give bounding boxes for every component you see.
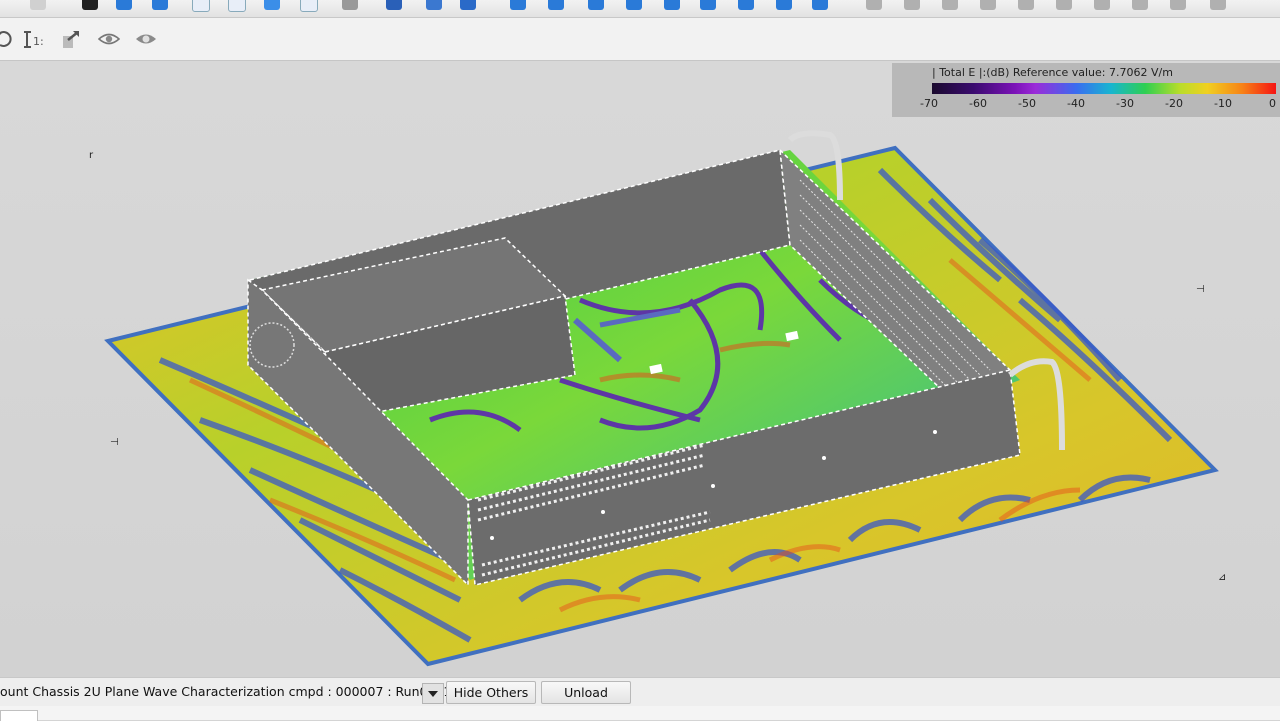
- bottom-tab[interactable]: [0, 710, 38, 721]
- status-bar: ount Chassis 2U Plane Wave Characterizat…: [0, 677, 1280, 706]
- tool-icon[interactable]: [776, 0, 792, 10]
- legend-tick: -50: [1018, 97, 1036, 110]
- svg-text:1:5: 1:5: [33, 35, 44, 48]
- tool-icon[interactable]: [1132, 0, 1148, 10]
- legend-tick: -70: [920, 97, 938, 110]
- unload-button[interactable]: Unload: [541, 681, 631, 704]
- tool-icon[interactable]: [116, 0, 132, 10]
- tool-icon[interactable]: [812, 0, 828, 10]
- tool-icon[interactable]: [386, 0, 402, 10]
- tool-icon[interactable]: [264, 0, 280, 10]
- tool-icon[interactable]: [942, 0, 958, 10]
- tool-icon[interactable]: [426, 0, 442, 10]
- undo-icon[interactable]: [0, 28, 16, 50]
- run-selector-label[interactable]: ount Chassis 2U Plane Wave Characterizat…: [0, 684, 451, 699]
- tool-icon[interactable]: [192, 0, 210, 12]
- svg-text:⊿: ⊿: [1218, 572, 1226, 583]
- tool-icon[interactable]: [82, 0, 98, 10]
- eye-filled-icon[interactable]: [135, 28, 157, 50]
- tool-icon[interactable]: [342, 0, 358, 10]
- tool-icon[interactable]: [30, 0, 46, 10]
- tool-icon[interactable]: [738, 0, 754, 10]
- tool-icon[interactable]: [866, 0, 882, 10]
- tool-icon[interactable]: [152, 0, 168, 10]
- color-legend: | Total E |:(dB) Reference value: 7.7062…: [892, 63, 1280, 117]
- tool-icon[interactable]: [548, 0, 564, 10]
- legend-title: | Total E |:(dB) Reference value: 7.7062…: [932, 66, 1173, 79]
- legend-tick: 0: [1269, 97, 1276, 110]
- tool-icon[interactable]: [588, 0, 604, 10]
- tool-icon[interactable]: [904, 0, 920, 10]
- export-icon[interactable]: [60, 28, 82, 50]
- tool-icon[interactable]: [1210, 0, 1226, 10]
- tool-icon[interactable]: [300, 0, 318, 12]
- tool-icon[interactable]: [1170, 0, 1186, 10]
- tool-icon[interactable]: [700, 0, 716, 10]
- legend-colorbar: [932, 83, 1276, 94]
- eye-icon[interactable]: [98, 28, 120, 50]
- hide-others-button[interactable]: Hide Others: [446, 681, 536, 704]
- tool-icon[interactable]: [228, 0, 246, 12]
- tool-icon[interactable]: [1018, 0, 1034, 10]
- svg-text:⊣: ⊣: [1196, 284, 1205, 295]
- field-simulation-scene[interactable]: r ⊣ ⊣ ⊿: [0, 61, 1280, 677]
- legend-tick: -60: [969, 97, 987, 110]
- legend-tick: -10: [1214, 97, 1232, 110]
- tool-icon[interactable]: [1094, 0, 1110, 10]
- tool-icon[interactable]: [626, 0, 642, 10]
- tool-icon[interactable]: [1056, 0, 1072, 10]
- tool-icon[interactable]: [980, 0, 996, 10]
- legend-tick: -20: [1165, 97, 1183, 110]
- tool-icon[interactable]: [664, 0, 680, 10]
- legend-tick: -40: [1067, 97, 1085, 110]
- run-dropdown-button[interactable]: [422, 683, 444, 704]
- svg-text:r: r: [89, 150, 94, 161]
- scale-icon[interactable]: 1:5: [22, 28, 44, 50]
- bottom-panel: [0, 706, 1280, 720]
- view-toolbar: 1:5: [0, 18, 1280, 61]
- tool-icon[interactable]: [510, 0, 526, 10]
- svg-text:⊣: ⊣: [110, 437, 119, 448]
- tool-icon[interactable]: [460, 0, 476, 10]
- legend-tick: -30: [1116, 97, 1134, 110]
- main-toolbar: [0, 0, 1280, 18]
- 3d-viewport[interactable]: r ⊣ ⊣ ⊿ | Total E |:(dB) Reference value…: [0, 61, 1280, 677]
